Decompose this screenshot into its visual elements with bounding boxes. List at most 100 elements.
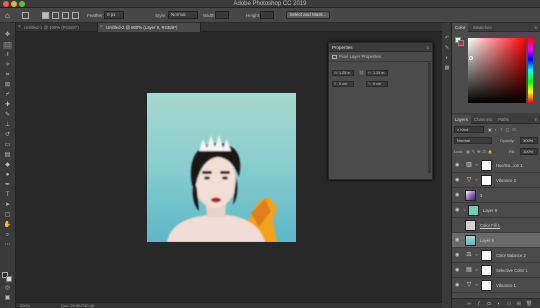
layer-row[interactable]: ◉ ▽ ∞ Vibrance 2 bbox=[452, 173, 540, 188]
select-and-mask-button[interactable]: Select and Mask... bbox=[286, 11, 330, 19]
layer-name[interactable]: Vibrance 1 bbox=[496, 278, 516, 293]
lock-icons[interactable]: ▦✎✥⊡🔒 bbox=[466, 147, 495, 156]
layer-name[interactable]: Color Fill 1 bbox=[480, 218, 500, 233]
mask-link-icon[interactable]: ∞ bbox=[475, 282, 478, 287]
visibility-eye-icon[interactable]: ◉ bbox=[455, 252, 459, 258]
hand-tool-icon[interactable]: ✋ bbox=[3, 222, 12, 229]
mask-link-icon[interactable]: ∞ bbox=[475, 177, 478, 182]
marquee-tool-preset-icon[interactable] bbox=[22, 12, 29, 19]
lasso-tool-icon[interactable]: ℓ bbox=[3, 52, 12, 59]
path-selection-tool-icon[interactable]: ➤ bbox=[3, 202, 12, 209]
background-color-swatch[interactable] bbox=[6, 276, 12, 282]
zoom-level[interactable]: 200% bbox=[20, 303, 30, 308]
layer-name[interactable]: Layer 9 bbox=[480, 233, 494, 248]
foreground-color-chip[interactable] bbox=[458, 40, 464, 46]
layer-mask-thumbnail[interactable] bbox=[481, 265, 492, 276]
layer-row[interactable]: ◉ Color Fill 1 bbox=[452, 218, 540, 233]
opacity-input[interactable]: 100% bbox=[520, 137, 538, 144]
blend-mode-select[interactable]: Normal bbox=[454, 137, 492, 144]
frame-tool-icon[interactable]: ⊠ bbox=[3, 82, 12, 89]
blur-tool-icon[interactable]: ◆ bbox=[3, 162, 12, 169]
layer-mask-thumbnail[interactable] bbox=[481, 250, 492, 261]
layer-mask-thumbnail[interactable] bbox=[481, 280, 492, 291]
layer-row[interactable]: ◉ ↳ Layer 8 bbox=[452, 203, 540, 218]
close-tab-icon[interactable]: × bbox=[18, 23, 21, 32]
eyedropper-tool-icon[interactable]: ⌿ bbox=[3, 92, 12, 99]
rectangle-tool-icon[interactable]: ▢ bbox=[3, 212, 12, 219]
adjustments-panel-icon[interactable]: ◐ bbox=[444, 55, 450, 61]
intersect-selection-icon[interactable] bbox=[72, 12, 79, 19]
magic-wand-tool-icon[interactable]: ✧ bbox=[3, 62, 12, 69]
new-selection-icon[interactable] bbox=[42, 12, 49, 19]
filter-icons[interactable]: ▣◐T▢⊡ bbox=[488, 125, 519, 134]
screen-mode-icon[interactable]: ▣ bbox=[3, 295, 12, 302]
tab-layers[interactable]: Layers bbox=[452, 115, 471, 124]
fill-layer-thumbnail[interactable] bbox=[465, 220, 476, 231]
add-mask-icon[interactable]: ◘ bbox=[486, 301, 492, 307]
layer-mask-thumbnail[interactable] bbox=[481, 175, 492, 186]
feather-input[interactable]: 0 px bbox=[104, 11, 124, 19]
mask-link-icon[interactable]: ∞ bbox=[475, 252, 478, 257]
brush-tool-icon[interactable]: ✎ bbox=[3, 112, 12, 119]
layer-row[interactable]: ◉ 3 bbox=[452, 188, 540, 203]
layer-row[interactable]: ◉ ▤ ∞ Selective Color 1 bbox=[452, 263, 540, 278]
tab-untitled-2[interactable]: × Untitled-2 @ 800% (Layer 9, RGB/8*) bbox=[98, 23, 201, 32]
layer-name[interactable]: 3 bbox=[480, 188, 482, 203]
panel-menu-icon[interactable]: ≡ bbox=[426, 43, 429, 52]
width-field[interactable]: W: 1.25 in bbox=[332, 70, 354, 76]
visibility-eye-icon[interactable]: ◉ bbox=[455, 282, 459, 288]
clone-stamp-tool-icon[interactable]: ⊥ bbox=[3, 122, 12, 129]
saturation-brightness-field[interactable] bbox=[468, 38, 526, 103]
delete-layer-icon[interactable]: 🗑 bbox=[526, 301, 532, 307]
history-panel-icon[interactable]: ↶ bbox=[444, 35, 450, 41]
panel-menu-icon[interactable]: ≡ bbox=[531, 115, 540, 124]
subtract-selection-icon[interactable] bbox=[62, 12, 69, 19]
tab-paths[interactable]: Paths bbox=[495, 115, 512, 124]
properties-scrollbar[interactable] bbox=[428, 63, 431, 173]
link-icon[interactable]: ⛓ bbox=[359, 70, 364, 75]
home-icon[interactable]: ⌂ bbox=[5, 11, 14, 20]
visibility-eye-icon[interactable]: ◉ bbox=[455, 192, 459, 198]
quick-mask-icon[interactable]: ◎ bbox=[3, 285, 12, 292]
move-tool-icon[interactable]: ✥ bbox=[3, 32, 12, 39]
layer-name[interactable]: Layer 8 bbox=[483, 203, 497, 218]
layer-thumbnail[interactable] bbox=[465, 235, 476, 246]
more-tools-icon[interactable]: ⋯ bbox=[3, 242, 12, 249]
fill-input[interactable]: 100% bbox=[520, 148, 538, 155]
tab-swatches[interactable]: Swatches bbox=[470, 23, 495, 32]
width-input[interactable] bbox=[215, 11, 229, 19]
add-selection-icon[interactable] bbox=[52, 12, 59, 19]
layer-thumbnail[interactable] bbox=[465, 190, 476, 201]
link-layers-icon[interactable]: ∞ bbox=[466, 301, 472, 307]
layer-style-icon[interactable]: ƒ bbox=[476, 301, 482, 307]
history-brush-tool-icon[interactable]: ↺ bbox=[3, 132, 12, 139]
layer-name[interactable]: Hue/Sa...ion 1 bbox=[496, 158, 523, 173]
new-layer-icon[interactable]: ⊞ bbox=[516, 301, 522, 307]
visibility-eye-icon[interactable]: ◉ bbox=[455, 177, 459, 183]
brush-settings-icon[interactable]: ✎ bbox=[444, 45, 450, 51]
libraries-panel-icon[interactable]: ▦ bbox=[444, 65, 450, 71]
panel-menu-icon[interactable]: ≡ bbox=[531, 23, 540, 32]
tab-color[interactable]: Color bbox=[452, 23, 469, 32]
mask-link-icon[interactable]: ∞ bbox=[475, 267, 478, 272]
document-image[interactable] bbox=[147, 93, 296, 242]
layer-row[interactable]: ◉ ▥ ∞ Hue/Sa...ion 1 bbox=[452, 158, 540, 173]
y-field[interactable]: Y: 0 cm bbox=[366, 81, 388, 87]
new-group-icon[interactable]: ▭ bbox=[506, 301, 512, 307]
healing-brush-tool-icon[interactable]: ✚ bbox=[3, 102, 12, 109]
marquee-tool-icon[interactable]: ⬚ bbox=[3, 42, 12, 49]
hue-slider[interactable] bbox=[528, 38, 533, 103]
type-tool-icon[interactable]: T bbox=[3, 192, 12, 199]
pen-tool-icon[interactable]: ✒ bbox=[3, 182, 12, 189]
adjustment-layer-icon[interactable]: ◐ bbox=[496, 301, 502, 307]
height-field[interactable]: H: 1.25 in bbox=[366, 70, 388, 76]
properties-header[interactable]: Properties ≡ bbox=[329, 43, 432, 52]
visibility-eye-icon[interactable]: ◉ bbox=[455, 237, 459, 243]
layer-name[interactable]: Vibrance 2 bbox=[496, 173, 516, 188]
layer-row[interactable]: ◉ ▽ ∞ Vibrance 1 bbox=[452, 278, 540, 293]
layer-name[interactable]: Selective Color 1 bbox=[496, 263, 528, 278]
tab-untitled-1[interactable]: × Untitled-1 @ 100% (RGB/8*) bbox=[16, 23, 98, 32]
close-tab-icon[interactable]: × bbox=[100, 23, 103, 32]
style-select[interactable]: Normal bbox=[168, 11, 198, 19]
layer-thumbnail[interactable] bbox=[468, 205, 479, 216]
